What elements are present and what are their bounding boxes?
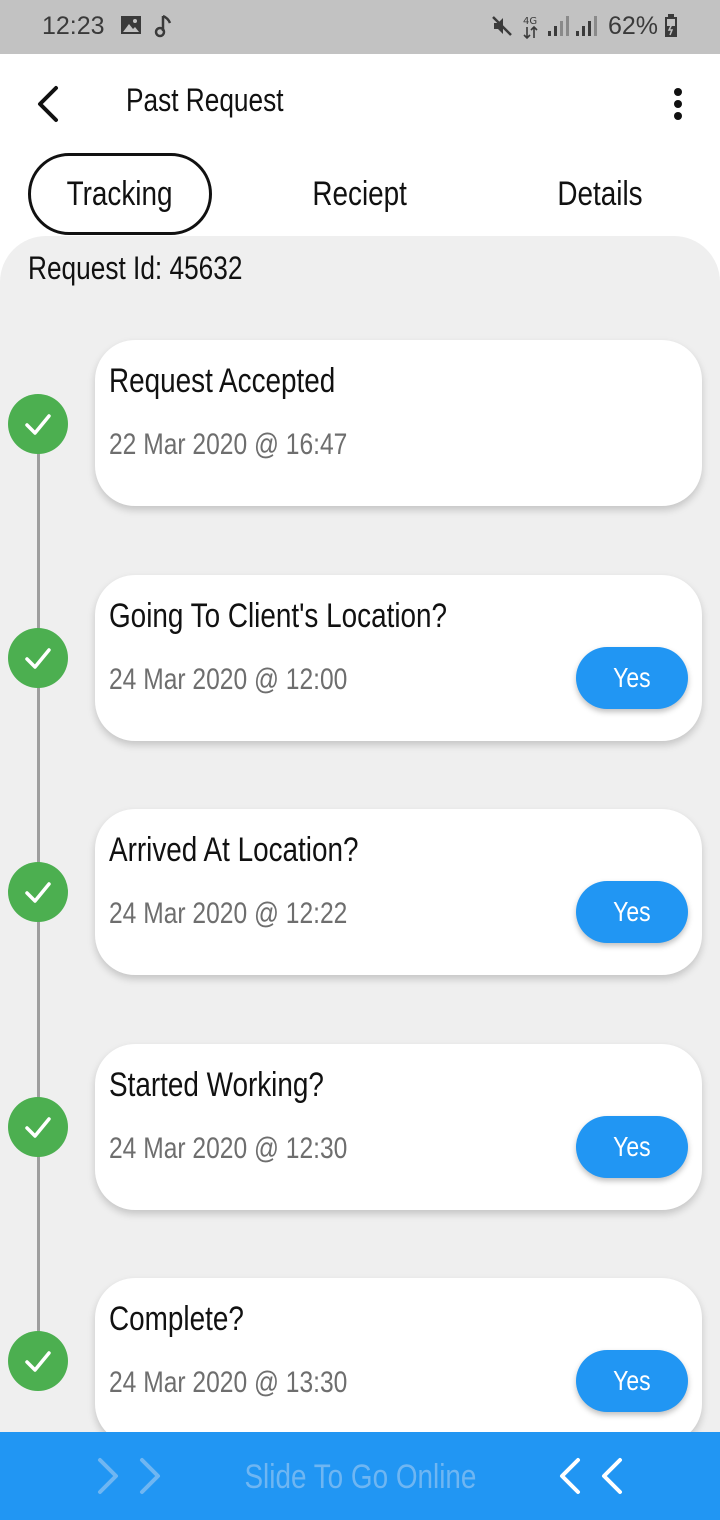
step-title: Started Working? [109, 1066, 324, 1104]
yes-button[interactable]: Yes [576, 1116, 688, 1178]
check-icon [8, 862, 68, 922]
step-timestamp: 24 Mar 2020 @ 12:22 [109, 897, 348, 930]
mute-icon [492, 16, 512, 36]
yes-button-label: Yes [613, 1365, 651, 1396]
check-icon [8, 1097, 68, 1157]
status-time: 12:23 [42, 12, 105, 40]
step-title: Going To Client's Location? [109, 597, 448, 635]
tab-reciept[interactable]: Reciept [268, 153, 452, 235]
back-button[interactable] [30, 84, 70, 124]
step-timestamp: 22 Mar 2020 @ 16:47 [109, 428, 348, 461]
more-options-button[interactable] [662, 84, 694, 124]
timeline-card: Going To Client's Location? 24 Mar 2020 … [95, 575, 702, 741]
chevron-left-icon [38, 86, 58, 122]
chevron-left-double-icon [560, 1458, 622, 1494]
yes-button-label: Yes [613, 896, 651, 927]
step-title: Complete? [109, 1300, 244, 1338]
battery-icon [665, 14, 677, 37]
status-bar: 12:23 4G 62% [0, 0, 720, 54]
step-title: Request Accepted [109, 362, 336, 400]
signal-icon [548, 16, 569, 36]
svg-text:4G: 4G [523, 16, 537, 27]
yes-button[interactable]: Yes [576, 647, 688, 709]
yes-button[interactable]: Yes [576, 881, 688, 943]
tab-tracking[interactable]: Tracking [28, 153, 212, 235]
tab-label: Reciept [312, 174, 408, 213]
step-timestamp: 24 Mar 2020 @ 13:30 [109, 1366, 348, 1399]
tab-details[interactable]: Details [508, 153, 692, 235]
music-note-icon [154, 14, 172, 38]
step-timestamp: 24 Mar 2020 @ 12:00 [109, 663, 348, 696]
page-title: Past Request [126, 82, 284, 118]
tab-label: Details [557, 174, 643, 213]
tab-label: Tracking [67, 174, 173, 213]
step-title: Arrived At Location? [109, 831, 359, 869]
app-bar: Past Request [0, 54, 720, 154]
check-icon [8, 394, 68, 454]
image-icon [121, 16, 141, 34]
step-timestamp: 24 Mar 2020 @ 12:30 [109, 1132, 348, 1165]
request-id: Request Id: 45632 [28, 250, 243, 286]
slide-to-go-online[interactable]: Slide To Go Online [0, 1432, 720, 1520]
slider-label-text: Slide To Go Online [244, 1458, 476, 1496]
yes-button[interactable]: Yes [576, 1350, 688, 1412]
battery-percent: 62% [608, 12, 659, 40]
check-icon [8, 1331, 68, 1391]
more-vertical-icon [674, 88, 682, 120]
signal-icon [576, 16, 597, 36]
timeline-card: Complete? 24 Mar 2020 @ 13:30 Yes [95, 1278, 702, 1444]
timeline-card: Request Accepted 22 Mar 2020 @ 16:47 [95, 340, 702, 506]
yes-button-label: Yes [613, 662, 651, 693]
timeline-card: Started Working? 24 Mar 2020 @ 12:30 Yes [95, 1044, 702, 1210]
yes-button-label: Yes [613, 1131, 651, 1162]
timeline-card: Arrived At Location? 24 Mar 2020 @ 12:22… [95, 809, 702, 975]
4g-icon: 4G [523, 16, 538, 40]
check-icon [8, 628, 68, 688]
